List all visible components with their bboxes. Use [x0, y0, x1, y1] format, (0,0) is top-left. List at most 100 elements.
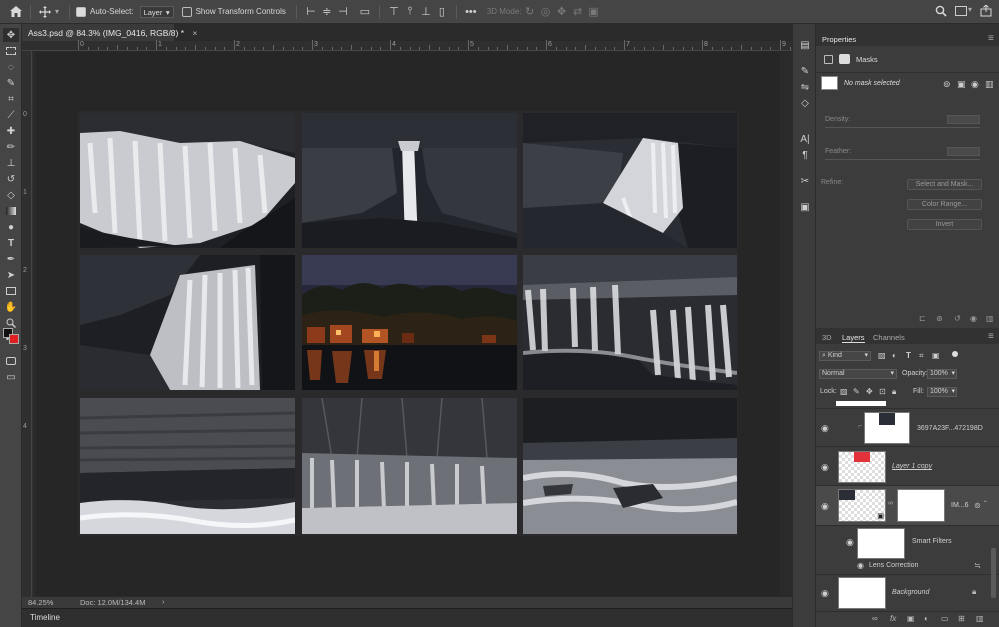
brush-tool[interactable]: ✏ — [3, 140, 19, 154]
blend-mode-dropdown[interactable]: Normal ▾ — [819, 369, 897, 379]
photo-cliff-river[interactable] — [80, 398, 295, 534]
filter-type-icon[interactable]: T — [906, 351, 911, 360]
healing-brush-tool[interactable]: ✚ — [3, 124, 19, 138]
layer-name[interactable]: Layer 1 copy — [892, 463, 932, 470]
align-left-icon[interactable]: ⊢ — [303, 4, 319, 20]
photo-river-rocks[interactable] — [523, 398, 737, 534]
layer-row-selected[interactable]: ◉ ▣ ∞ IM...6 ⊚ ˆ — [816, 485, 999, 525]
photo-night-cabins[interactable] — [302, 255, 517, 390]
background-color-swatch[interactable] — [9, 334, 19, 344]
filter-pixel-icon[interactable]: ▨ — [878, 351, 886, 360]
paragraph-icon[interactable]: ¶ — [797, 148, 813, 162]
layer-row[interactable]: ◉ ⌐ 3697A23F...472198D — [816, 408, 999, 446]
align-hcenter-icon[interactable]: ≑ — [319, 4, 335, 20]
tool-presets-icon[interactable]: ✂ — [797, 174, 813, 188]
workspace-icon[interactable] — [955, 6, 967, 16]
filter-shape-icon[interactable]: ⌗ — [919, 351, 924, 361]
layer-style-icon[interactable]: fx — [890, 614, 896, 623]
filter-adjustment-icon[interactable]: ◐ — [892, 351, 897, 360]
distribute-vertical-icon[interactable]: ▯ — [434, 4, 450, 20]
layer-name[interactable]: 3697A23F...472198D — [917, 425, 983, 432]
visibility-eye-icon[interactable]: ◉ — [821, 588, 829, 599]
3d-scale-icon[interactable]: ▣ — [586, 4, 602, 20]
opacity-field[interactable]: 100% ▾ — [927, 369, 957, 379]
vector-mask-icon[interactable] — [839, 54, 850, 64]
kind-filter-dropdown[interactable]: ⌕ Kind ▾ — [819, 351, 871, 361]
ruler-horizontal[interactable]: 0 1 2 3 4 5 6 7 8 9 — [22, 40, 850, 51]
smart-filters-row[interactable]: ◉ Smart Filters — [816, 525, 999, 560]
more-options-icon[interactable]: ••• — [463, 4, 479, 20]
lock-transparent-icon[interactable]: ▨ — [840, 387, 848, 396]
marquee-tool[interactable] — [3, 44, 19, 58]
distribute-icon[interactable]: ▭ — [357, 4, 373, 20]
auto-select-checkbox[interactable] — [76, 6, 87, 17]
auto-select-dropdown[interactable]: Layer ▾ — [139, 5, 174, 18]
photo-cascade-forest[interactable] — [302, 398, 517, 534]
photo-waterfall-4[interactable] — [80, 255, 295, 390]
photo-waterfall-1[interactable] — [80, 113, 295, 248]
smart-filter-mask-thumbnail[interactable] — [857, 528, 905, 559]
visibility-eye-icon[interactable]: ◉ — [821, 423, 829, 434]
character-icon[interactable]: A| — [797, 132, 813, 146]
properties-tab[interactable]: Properties — [822, 35, 856, 44]
trash-icon[interactable]: ▥ — [986, 314, 994, 323]
tab-channels[interactable]: Channels — [873, 333, 905, 342]
type-tool[interactable]: T — [3, 236, 19, 250]
chevron-up-icon[interactable]: ˆ — [984, 500, 987, 509]
delete-mask-icon[interactable]: ▥ — [985, 79, 994, 90]
3d-slide-icon[interactable]: ⇄ — [570, 4, 586, 20]
tab-layers[interactable]: Layers — [842, 333, 865, 343]
lock-image-icon[interactable]: ✎ — [853, 387, 860, 396]
history-brush-tool[interactable]: ↺ — [3, 172, 19, 186]
home-icon[interactable] — [8, 4, 24, 20]
3d-roll-icon[interactable]: ◎ — [538, 4, 554, 20]
lock-artboard-icon[interactable]: ⊡ — [879, 387, 886, 396]
chevron-right-icon[interactable]: › — [162, 597, 165, 606]
view-previous-icon[interactable]: ⊛ — [936, 314, 943, 323]
select-and-mask-button[interactable]: Select and Mask... — [907, 179, 982, 190]
timeline-panel-tab[interactable]: Timeline — [22, 608, 792, 627]
align-right-icon[interactable]: ⊣ — [335, 4, 351, 20]
link-layers-icon[interactable]: ∞ — [872, 614, 878, 623]
filter-toggle-icon[interactable] — [952, 351, 958, 357]
zoom-level[interactable]: 84.25% — [28, 598, 53, 607]
lock-all-icon[interactable]: 🔒︎ — [892, 387, 896, 397]
layer-row[interactable]: ◉ Layer 1 copy — [816, 446, 999, 485]
pen-tool[interactable]: ✒ — [3, 252, 19, 266]
align-bottom-icon[interactable]: ⊥ — [418, 4, 434, 20]
align-top-icon[interactable]: ⊤ — [386, 4, 402, 20]
dodge-tool[interactable]: ● — [3, 220, 19, 234]
trash-icon[interactable]: ▥ — [976, 614, 984, 623]
close-icon[interactable]: × — [192, 28, 197, 38]
photo-waterfall-3[interactable] — [523, 113, 737, 248]
path-select-tool[interactable]: ➤ — [3, 268, 19, 282]
filter-name[interactable]: Lens Correction — [869, 562, 918, 569]
document-artboard[interactable] — [78, 111, 738, 536]
panel-menu-icon[interactable]: ≡ — [988, 33, 994, 44]
rectangle-tool[interactable] — [3, 284, 19, 298]
3d-pan-icon[interactable]: ✥ — [554, 4, 570, 20]
smart-filter-icon[interactable]: ⊚ — [974, 501, 981, 510]
eyedropper-tool[interactable]: ⟋ — [3, 108, 19, 122]
group-icon[interactable]: ▭ — [941, 614, 949, 623]
align-vcenter-icon[interactable]: ⫯ — [402, 4, 418, 20]
clone-stamp-tool[interactable]: ⊥ — [3, 156, 19, 170]
move-tool-icon[interactable] — [37, 4, 53, 20]
disable-mask-icon[interactable]: ◉ — [971, 79, 979, 90]
search-icon[interactable] — [935, 5, 947, 20]
fill-field[interactable]: 100% ▾ — [927, 387, 957, 397]
invert-button[interactable]: Invert — [907, 219, 982, 230]
show-transform-checkbox[interactable] — [181, 6, 192, 17]
layer-name[interactable]: IM...6 — [951, 502, 969, 509]
filter-row[interactable]: ◉ Lens Correction ≒ — [816, 560, 999, 574]
chevron-down-icon[interactable]: ▾ — [968, 5, 972, 14]
lasso-tool[interactable]: ◌ — [3, 60, 19, 74]
hand-tool[interactable]: ✋ — [3, 300, 19, 314]
lock-position-icon[interactable]: ✥ — [866, 387, 873, 396]
filter-options-icon[interactable]: ≒ — [974, 561, 981, 570]
notes-icon[interactable]: ▣ — [797, 200, 813, 214]
visibility-eye-icon[interactable]: ◉ — [846, 537, 854, 548]
move-tool[interactable]: ✥ — [3, 28, 19, 42]
crop-tool[interactable]: ⌗ — [3, 92, 19, 106]
visibility-eye-icon[interactable]: ◉ — [821, 501, 829, 512]
